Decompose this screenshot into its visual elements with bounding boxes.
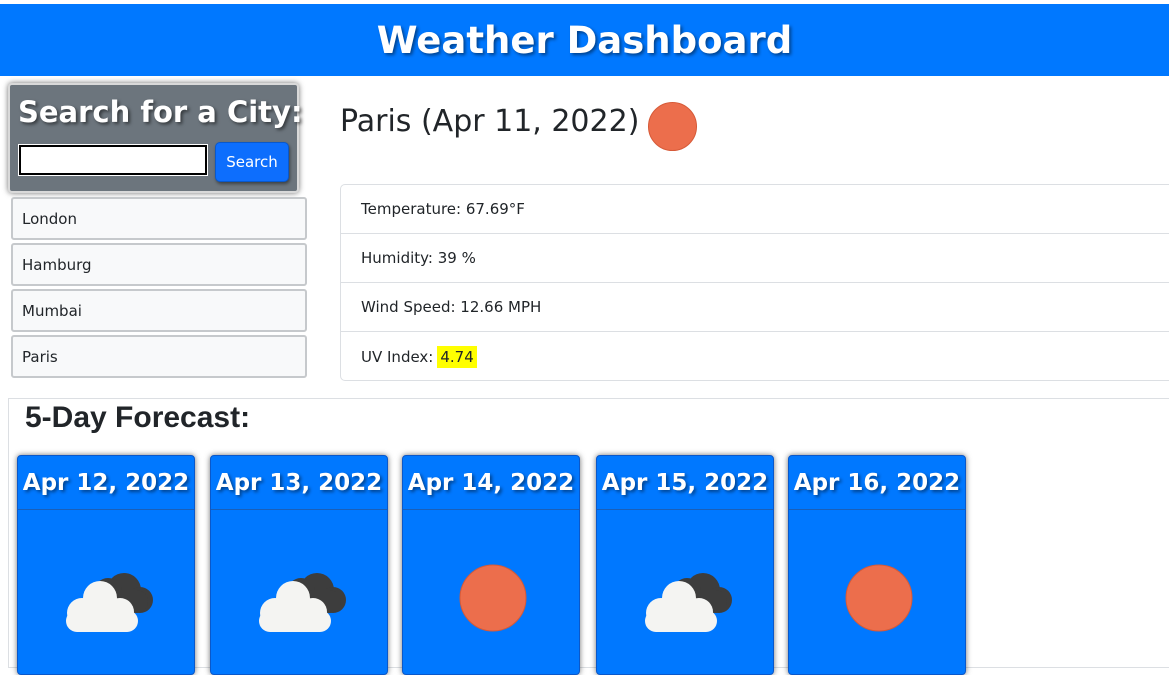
- history-item-hamburg[interactable]: Hamburg: [11, 243, 307, 286]
- cloud-icon: [645, 573, 732, 632]
- uv-label: UV Index:: [361, 347, 434, 366]
- temperature-text: Temperature: 67.69°F: [361, 200, 525, 218]
- humidity-row: Humidity: 39 %: [341, 234, 1169, 283]
- wind-row: Wind Speed: 12.66 MPH: [341, 283, 1169, 332]
- cloud-icon: [66, 573, 153, 632]
- uv-index-badge: 4.74: [437, 345, 477, 368]
- forecast-card: Apr 15, 2022: [596, 455, 774, 675]
- cloud-icon: [259, 573, 346, 632]
- forecast-card: Apr 14, 2022: [402, 455, 580, 675]
- forecast-date: Apr 14, 2022: [403, 456, 579, 510]
- search-title: Search for a City:: [18, 95, 303, 129]
- sun-icon: [648, 102, 697, 151]
- current-weather-details: Temperature: 67.69°F Humidity: 39 % Wind…: [340, 184, 1169, 381]
- forecast-title: 5-Day Forecast:: [25, 401, 251, 434]
- current-city-heading: Paris (Apr 11, 2022): [340, 104, 640, 139]
- page-title: Weather Dashboard: [376, 18, 793, 62]
- forecast-date: Apr 13, 2022: [211, 456, 387, 510]
- forecast-card: Apr 12, 2022: [17, 455, 195, 675]
- search-input[interactable]: [19, 145, 207, 175]
- forecast-card: Apr 16, 2022: [788, 455, 966, 675]
- history-item-mumbai[interactable]: Mumbai: [11, 289, 307, 332]
- history-item-london[interactable]: London: [11, 197, 307, 240]
- sun-icon: [459, 564, 527, 632]
- search-button[interactable]: Search: [215, 142, 289, 182]
- search-panel: Search for a City: Search: [8, 83, 303, 193]
- wind-speed-text: Wind Speed: 12.66 MPH: [361, 298, 542, 316]
- forecast-date: Apr 16, 2022: [789, 456, 965, 510]
- sun-icon: [845, 564, 913, 632]
- forecast-card: Apr 13, 2022: [210, 455, 388, 675]
- app-header: Weather Dashboard: [0, 4, 1169, 76]
- humidity-text: Humidity: 39 %: [361, 249, 476, 267]
- temperature-row: Temperature: 67.69°F: [341, 185, 1169, 234]
- history-item-paris[interactable]: Paris: [11, 335, 307, 378]
- forecast-date: Apr 15, 2022: [597, 456, 773, 510]
- forecast-date: Apr 12, 2022: [18, 456, 194, 510]
- uv-row: UV Index: 4.74: [341, 332, 1169, 381]
